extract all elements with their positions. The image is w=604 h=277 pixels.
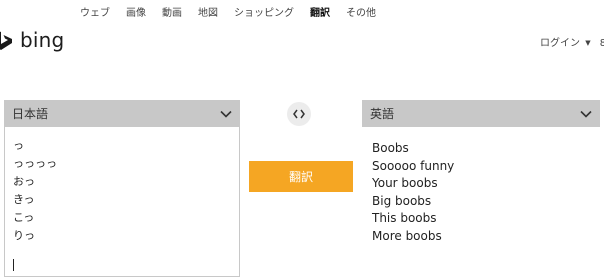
source-line: おっ: [13, 175, 35, 188]
source-line: っ: [13, 139, 24, 152]
nav-translate[interactable]: 翻訳: [310, 4, 330, 19]
target-line: Big boobs: [372, 193, 432, 208]
target-language-select[interactable]: 英語: [362, 100, 600, 127]
nav-more[interactable]: その他: [346, 4, 376, 19]
source-line: りっ: [13, 229, 35, 242]
target-line: More boobs: [372, 228, 442, 243]
nav-images[interactable]: 画像: [126, 4, 146, 19]
top-nav: ウェブ 画像 動画 地図 ショッピング 翻訳 その他: [80, 4, 376, 19]
nav-shopping[interactable]: ショッピング: [234, 4, 294, 19]
brand-name: bing: [20, 28, 65, 52]
nav-maps[interactable]: 地図: [198, 4, 218, 19]
translate-button[interactable]: 翻訳: [249, 161, 353, 192]
swap-languages-button[interactable]: [287, 102, 311, 126]
login-label: ログイン: [540, 38, 580, 49]
login-suffix: 8: [599, 38, 604, 49]
source-text-input[interactable]: っ っっっっ おっ きっ こっ りっ: [4, 127, 240, 277]
target-language-label: 英語: [370, 107, 395, 121]
translation-output: Boobs Sooooo funny Your boobs Big boobs …: [372, 140, 600, 245]
source-language-label: 日本語: [12, 107, 49, 121]
target-line: This boobs: [372, 211, 437, 225]
chevron-down-icon: [580, 110, 592, 118]
nav-videos[interactable]: 動画: [162, 4, 182, 19]
text-cursor: [13, 259, 14, 271]
target-line: Sooooo funny: [372, 158, 455, 173]
swap-arrows-icon: [293, 109, 305, 119]
bing-logo-icon: [0, 31, 12, 50]
source-line: っっっっ: [13, 157, 57, 170]
login-menu[interactable]: ログイン ▼ 8: [540, 34, 604, 49]
source-language-select[interactable]: 日本語: [4, 100, 240, 127]
login-caret-icon: ▼: [585, 39, 591, 47]
source-line: こっ: [13, 211, 35, 224]
nav-web[interactable]: ウェブ: [80, 4, 110, 19]
source-line: きっ: [13, 193, 35, 206]
bing-logo[interactable]: bing: [0, 28, 64, 52]
chevron-down-icon: [220, 110, 232, 118]
target-line: Boobs: [372, 141, 409, 155]
target-line: Your boobs: [372, 176, 438, 190]
